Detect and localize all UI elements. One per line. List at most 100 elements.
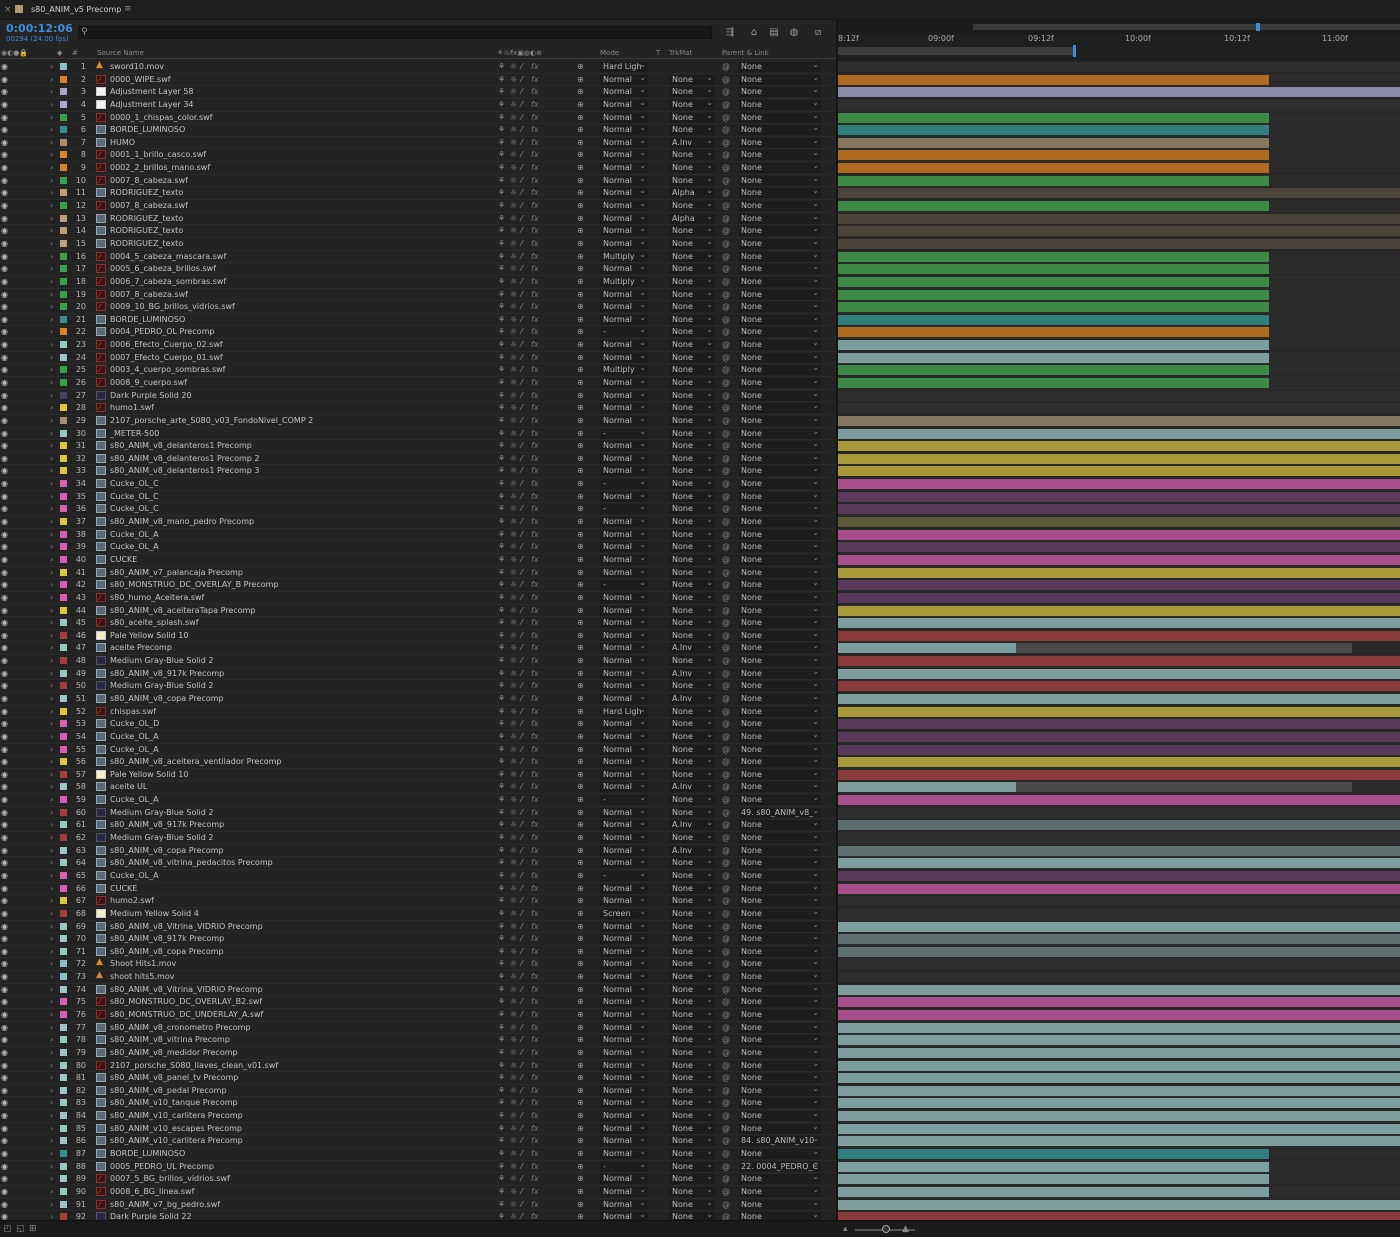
track-matte-select[interactable]: None: [669, 831, 715, 844]
shy-switch-icon[interactable]: ⚘: [498, 1162, 505, 1172]
parent-link-select[interactable]: None: [739, 352, 821, 363]
3d-switch-icon[interactable]: ⊕: [577, 719, 584, 729]
parent-link-select[interactable]: None: [739, 1098, 821, 1109]
shy-switch-icon[interactable]: ⚘: [498, 100, 505, 110]
layer-name[interactable]: 2107_porsche_S080_llaves_clean_v01.swf: [110, 1061, 278, 1071]
parent-link-select[interactable]: None: [739, 820, 821, 831]
track-matte-select[interactable]: None: [669, 856, 715, 869]
visibility-eye-icon[interactable]: ◉: [1, 327, 8, 337]
visibility-eye-icon[interactable]: ◉: [1, 1174, 8, 1184]
label-color-swatch[interactable]: [60, 164, 67, 172]
fx-switch-icon[interactable]: fx: [531, 707, 539, 717]
parent-link-select[interactable]: None: [739, 592, 821, 603]
visibility-eye-icon[interactable]: ◉: [1, 391, 8, 401]
track-matte-select[interactable]: None: [669, 1033, 715, 1046]
fx-switch-icon[interactable]: fx: [531, 176, 539, 186]
label-color-swatch[interactable]: [60, 290, 67, 298]
collapse-switch-icon[interactable]: ☼: [510, 504, 517, 514]
track-matte-select[interactable]: None: [669, 325, 715, 338]
layer-name[interactable]: HUMO: [110, 138, 135, 148]
fx-switch-icon[interactable]: fx: [531, 1187, 539, 1197]
blend-mode-select[interactable]: Normal: [600, 199, 648, 212]
parent-pickwhip-icon[interactable]: @: [722, 833, 730, 843]
3d-switch-icon[interactable]: ⊕: [577, 188, 584, 198]
collapse-switch-icon[interactable]: ☼: [510, 808, 517, 818]
visibility-eye-icon[interactable]: ◉: [1, 87, 8, 97]
layer-name[interactable]: RODRIGUEZ_texto: [110, 214, 183, 224]
visibility-eye-icon[interactable]: ◉: [1, 808, 8, 818]
track-matte-select[interactable]: A.Inv: [669, 844, 715, 856]
layer-name[interactable]: Cucke_OL_C: [110, 492, 159, 502]
shy-switch-icon[interactable]: ⚘: [498, 896, 505, 906]
3d-switch-icon[interactable]: ⊕: [577, 1035, 584, 1045]
fx-switch-icon[interactable]: fx: [531, 782, 539, 792]
visibility-eye-icon[interactable]: ◉: [1, 176, 8, 186]
visibility-eye-icon[interactable]: ◉: [1, 858, 8, 868]
twirl-chevron-icon[interactable]: ›: [50, 429, 53, 439]
av-features-header-icons[interactable]: ◉◐●🔒: [1, 49, 28, 57]
twirl-chevron-icon[interactable]: ›: [50, 201, 53, 211]
label-color-swatch[interactable]: [60, 657, 67, 665]
blend-mode-select[interactable]: Normal: [600, 882, 648, 894]
track-matte-select[interactable]: None: [669, 957, 715, 970]
visibility-eye-icon[interactable]: ◉: [1, 555, 8, 565]
label-color-swatch[interactable]: [60, 960, 67, 968]
layer-duration-bar[interactable]: [838, 1010, 1400, 1020]
parent-pickwhip-icon[interactable]: @: [722, 858, 730, 868]
layer-duration-bar[interactable]: [838, 62, 1400, 72]
layer-name[interactable]: s80_ANIM_v8_pedal Precomp: [110, 1086, 227, 1096]
parent-pickwhip-icon[interactable]: @: [722, 239, 730, 249]
shy-switch-icon[interactable]: ⚘: [498, 745, 505, 755]
quality-switch-icon[interactable]: ⁄: [521, 580, 522, 590]
visibility-eye-icon[interactable]: ◉: [1, 504, 8, 514]
layer-name[interactable]: s80_aceite_splash.swf: [110, 618, 199, 628]
layer-duration-bar[interactable]: [838, 238, 1400, 249]
track-matte-select[interactable]: None: [669, 85, 715, 98]
twirl-chevron-icon[interactable]: ›: [50, 606, 53, 616]
blend-mode-select[interactable]: Normal: [600, 717, 648, 730]
layer-name[interactable]: s80_ANIM_v8_copa Precomp: [110, 694, 224, 704]
quality-switch-icon[interactable]: ⁄: [521, 997, 522, 1007]
twirl-chevron-icon[interactable]: ›: [50, 302, 53, 312]
search-input[interactable]: ⚲: [78, 26, 712, 39]
quality-switch-icon[interactable]: ⁄: [521, 239, 522, 249]
label-color-swatch[interactable]: [60, 732, 67, 740]
time-navigator[interactable]: [838, 20, 1400, 34]
layer-name[interactable]: s80_ANIM_v8_917k Precomp: [110, 669, 224, 679]
fx-switch-icon[interactable]: fx: [531, 808, 539, 818]
blend-mode-select[interactable]: Normal: [600, 262, 648, 275]
shy-switch-icon[interactable]: ⚘: [498, 909, 505, 919]
quality-switch-icon[interactable]: ⁄: [521, 530, 522, 540]
fx-switch-icon[interactable]: fx: [531, 643, 539, 653]
collapse-switch-icon[interactable]: ☼: [510, 327, 517, 337]
label-color-swatch[interactable]: [60, 1099, 67, 1107]
collapse-switch-icon[interactable]: ☼: [510, 694, 517, 704]
parent-link-select[interactable]: None: [739, 415, 821, 426]
quality-switch-icon[interactable]: ⁄: [521, 214, 522, 224]
twirl-chevron-icon[interactable]: ›: [50, 997, 53, 1007]
layer-name[interactable]: Cucke_OL_D: [110, 719, 159, 729]
parent-pickwhip-icon[interactable]: @: [722, 681, 730, 691]
quality-switch-icon[interactable]: ⁄: [521, 365, 522, 375]
fx-switch-icon[interactable]: fx: [531, 1086, 539, 1096]
quality-switch-icon[interactable]: ⁄: [521, 441, 522, 451]
3d-switch-icon[interactable]: ⊕: [577, 770, 584, 780]
collapse-switch-icon[interactable]: ☼: [510, 176, 517, 186]
visibility-eye-icon[interactable]: ◉: [1, 745, 8, 755]
label-color-swatch[interactable]: [60, 796, 67, 804]
twirl-chevron-icon[interactable]: ›: [50, 568, 53, 578]
visibility-eye-icon[interactable]: ◉: [1, 795, 8, 805]
visibility-eye-icon[interactable]: ◉: [1, 138, 8, 148]
parent-link-select[interactable]: None: [739, 378, 821, 388]
track-matte-select[interactable]: None: [669, 983, 715, 995]
blend-mode-select[interactable]: Normal: [600, 148, 648, 161]
layer-duration-bar[interactable]: [838, 668, 1400, 679]
fx-switch-icon[interactable]: fx: [531, 378, 539, 388]
blend-mode-select[interactable]: Normal: [600, 679, 648, 692]
visibility-eye-icon[interactable]: ◉: [1, 606, 8, 616]
twirl-chevron-icon[interactable]: ›: [50, 858, 53, 868]
blend-mode-select[interactable]: -: [600, 1160, 648, 1172]
visibility-eye-icon[interactable]: ◉: [1, 201, 8, 211]
blend-mode-select[interactable]: Normal: [600, 831, 648, 844]
parent-link-select[interactable]: None: [739, 744, 821, 755]
